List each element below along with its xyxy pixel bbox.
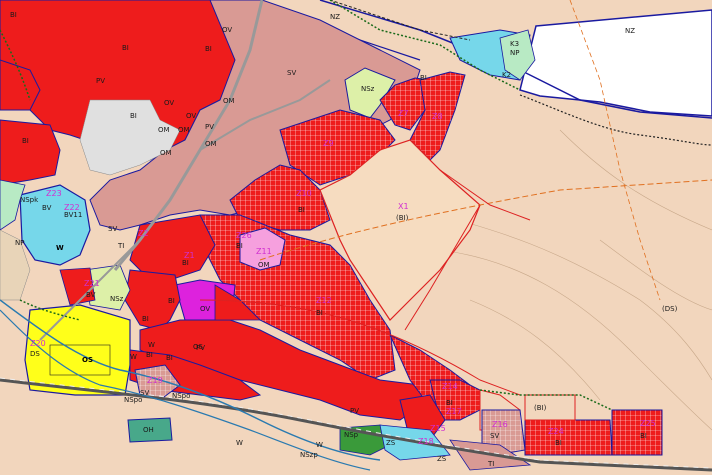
- label-nsp: NSp: [344, 431, 359, 439]
- label-om: OM: [160, 149, 172, 157]
- label-bi: BI: [122, 44, 129, 52]
- label-bi: BI: [236, 242, 243, 250]
- label-z24: Z24: [548, 427, 564, 436]
- label-om: OM: [258, 261, 270, 269]
- label-bi: BI: [142, 315, 149, 323]
- label-ov: OV: [164, 99, 175, 107]
- label-z1: Z1: [184, 251, 195, 260]
- label-bi: BI: [555, 439, 562, 447]
- label-z25: Z25: [640, 419, 656, 428]
- label-w: W: [236, 439, 243, 447]
- label-bi: BI: [22, 137, 29, 145]
- label-nspk: NSpk: [20, 196, 39, 204]
- label-z15: Z15: [430, 424, 446, 433]
- label-bv: BV11: [64, 211, 83, 219]
- label-pv: PV: [350, 407, 360, 415]
- label-w: W: [130, 353, 137, 361]
- label-w: W: [148, 341, 155, 349]
- label-bi: BI: [10, 11, 17, 19]
- label-sv: SV: [108, 225, 118, 233]
- label-bi-future: (BI): [396, 214, 409, 222]
- label-ov: OV: [222, 26, 233, 34]
- label-bi: BI: [316, 309, 323, 317]
- label-ti: TI: [118, 242, 125, 250]
- label-z20: Z20: [30, 339, 46, 348]
- label-om: OM: [223, 97, 235, 105]
- label-nz: NZ: [330, 13, 341, 21]
- label-z16: Z16: [492, 420, 508, 429]
- label-z19: Z19: [147, 376, 163, 385]
- label-oh: OH: [143, 426, 154, 434]
- label-z7: Z7: [398, 109, 409, 118]
- label-om: OM: [205, 140, 217, 148]
- label-bi: BI: [146, 351, 153, 359]
- label-z9: Z9: [323, 139, 334, 148]
- label-w: W: [316, 441, 323, 449]
- label-z23: Z23: [46, 189, 62, 198]
- label-k2: K2: [502, 71, 512, 79]
- label-bi: BI: [298, 206, 305, 214]
- label-ti: TI: [488, 460, 495, 468]
- label-z2: Z2: [138, 229, 149, 238]
- map-canvas: [0, 0, 712, 472]
- label-ov: OV: [200, 305, 211, 313]
- label-np: NP: [15, 239, 25, 247]
- label-sv: SV: [490, 432, 500, 440]
- label-np: NP: [510, 49, 520, 57]
- label-ds: (DS): [662, 305, 678, 313]
- label-om: OM: [158, 126, 170, 134]
- label-z17: Z17: [446, 407, 462, 416]
- label-bi-future: (BI): [534, 404, 547, 412]
- label-z18: Z18: [418, 437, 434, 446]
- label-z21: Z21: [84, 279, 100, 288]
- label-bi: BI: [168, 297, 175, 305]
- label-nspo: NSpo: [172, 392, 191, 400]
- zoning-map[interactable]: NZ NZ K3 NP K2 NP BI BI BI BI BI BI BI B…: [0, 0, 712, 475]
- label-z8: Z8: [432, 112, 443, 121]
- label-sv: SV: [287, 69, 297, 77]
- label-pv: PV: [205, 123, 215, 131]
- label-nz: NZ: [625, 27, 636, 35]
- label-os: OS: [193, 343, 203, 351]
- label-z10: Z10: [296, 189, 312, 198]
- label-bv: BV: [42, 204, 52, 212]
- label-k3: K3: [510, 40, 520, 48]
- label-bv: BV: [86, 291, 96, 299]
- white-area: [519, 9, 712, 117]
- label-zs: ZS: [386, 439, 396, 447]
- label-ov: OV: [186, 112, 197, 120]
- zone-os: [24, 304, 131, 396]
- label-bi: BI: [130, 112, 137, 120]
- label-nsz: NSz: [110, 295, 124, 303]
- label-z22: Z22: [64, 203, 80, 212]
- label-bi: BI: [420, 74, 427, 82]
- label-nspo: NSpo: [124, 396, 143, 404]
- label-z14: Z14: [442, 382, 458, 391]
- label-z11: Z11: [256, 247, 272, 256]
- label-nszp: NSzp: [300, 451, 318, 459]
- label-z12: Z12: [316, 296, 332, 305]
- label-om: OM: [178, 126, 190, 134]
- label-z26: Z26: [236, 231, 252, 240]
- label-ds: DS: [30, 350, 40, 358]
- label-w: W: [56, 244, 64, 252]
- label-bi: BI: [640, 432, 647, 440]
- label-os: OS: [82, 356, 93, 364]
- label-bi: BI: [182, 259, 189, 267]
- label-pv: PV: [96, 77, 106, 85]
- label-bi: BI: [166, 354, 173, 362]
- label-bi: BI: [205, 45, 212, 53]
- label-zs: ZS: [437, 455, 447, 463]
- label-bi: BI: [446, 399, 453, 407]
- label-x1: X1: [398, 202, 409, 211]
- label-nsz: NSz: [361, 85, 375, 93]
